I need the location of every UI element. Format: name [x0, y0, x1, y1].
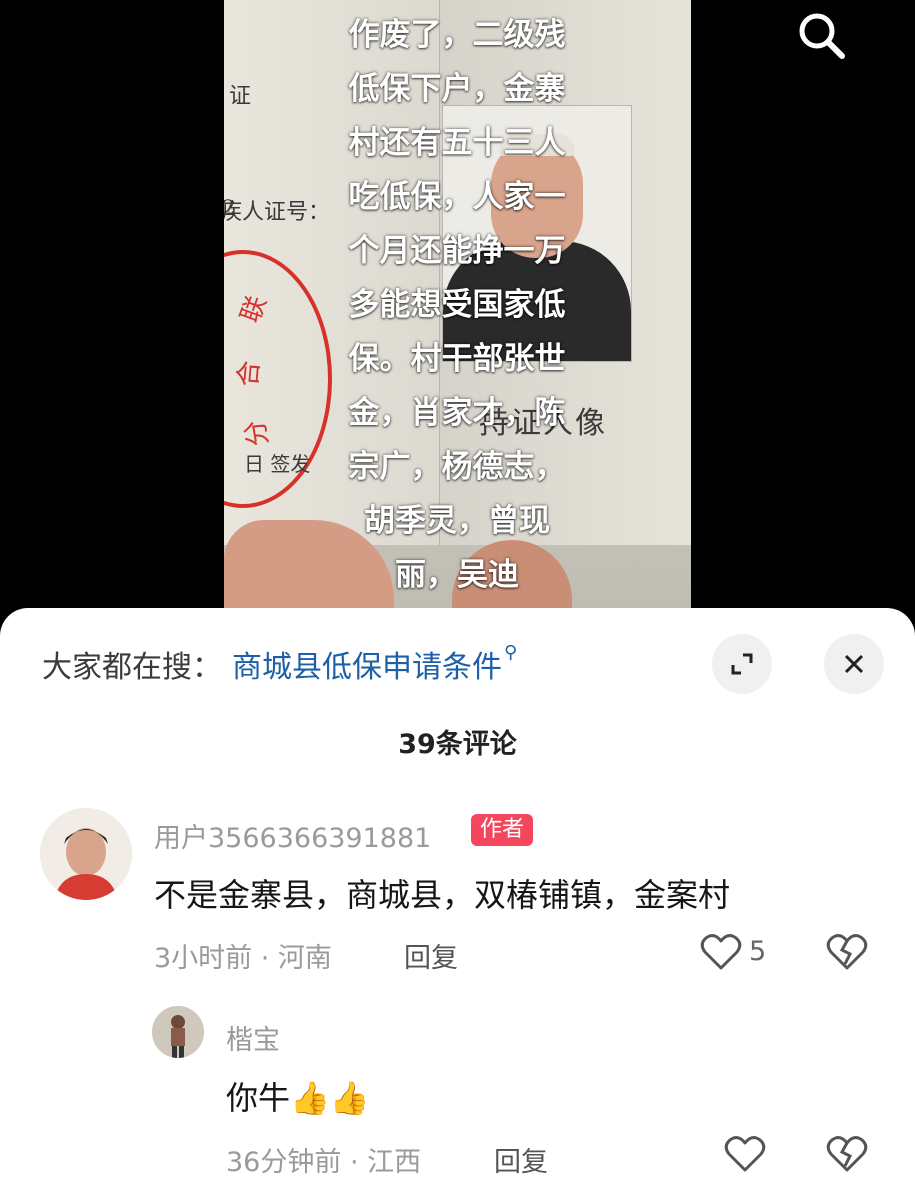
comment-username[interactable]: 楷宝: [226, 1018, 280, 1057]
caption-line: 金，肖家才，陈: [348, 395, 566, 431]
reply-button[interactable]: 回复: [494, 1140, 548, 1179]
search-small-icon: ⚲: [504, 642, 518, 663]
heart-icon: [700, 934, 742, 970]
hot-search-link[interactable]: 商城县低保申请条件: [232, 650, 502, 685]
avatar-image: [152, 1006, 204, 1058]
hot-search-bar: 大家都在搜： 商城县低保申请条件 ⚲: [42, 642, 517, 686]
caption-line: 个月还能挣一万: [348, 233, 566, 269]
dislike-button[interactable]: [826, 932, 868, 976]
author-badge: 作者: [471, 814, 534, 846]
seal-char-2: 合: [233, 359, 266, 388]
comment-sheet: 大家都在搜： 商城县低保申请条件 ⚲ 39条评论 用户3566366391881 作…: [0, 608, 915, 1200]
hot-search-prefix: 大家都在搜：: [42, 650, 222, 685]
caption-line: 多能想受国家低: [348, 287, 566, 323]
caption-line: 宗广，杨德志，: [348, 449, 566, 485]
caption-line: 丽，吴迪: [395, 557, 519, 593]
caption-line: 作废了，二级残: [348, 17, 566, 53]
broken-heart-icon: [826, 1136, 868, 1172]
like-button[interactable]: [724, 1134, 766, 1178]
video-caption: 作废了，二级残 低保下户，金寨 村还有五十三人 吃低保，人家一 个月还能挣一万 …: [312, 8, 602, 602]
comment-text: 你牛👍👍: [226, 1079, 370, 1117]
caption-line: 村还有五十三人: [348, 125, 566, 161]
expand-icon: [731, 653, 753, 675]
video-player[interactable]: 证 2 疾人证号： 联 合 分 日 签发 持证人像 作废了，二级残 低保下户，金…: [0, 0, 915, 640]
comment-text: 不是金寨县，商城县，双椿铺镇，金案村: [154, 876, 731, 914]
search-icon: [799, 13, 845, 59]
caption-line: 低保下户，金寨: [348, 71, 566, 107]
caption-line: 吃低保，人家一: [348, 179, 566, 215]
caption-line: 胡季灵，曾现: [364, 503, 550, 539]
video-frame: 证 2 疾人证号： 联 合 分 日 签发 持证人像 作废了，二级残 低保下户，金…: [224, 0, 691, 612]
like-count: 5: [749, 936, 767, 967]
search-button[interactable]: [792, 6, 852, 66]
expand-button[interactable]: [712, 634, 772, 694]
caption-line: 保。村干部张世: [348, 341, 566, 377]
doc-text-issue-date: 日 签发: [244, 452, 311, 476]
broken-heart-icon: [826, 934, 868, 970]
doc-text-cert: 证: [229, 84, 252, 109]
like-button[interactable]: [700, 932, 742, 976]
comment-meta: 3小时前 · 河南: [154, 943, 332, 974]
dislike-button[interactable]: [826, 1134, 868, 1178]
avatar[interactable]: [152, 1006, 204, 1058]
heart-icon: [724, 1136, 766, 1172]
avatar-image: [40, 808, 132, 900]
close-icon: [844, 654, 864, 674]
avatar[interactable]: [40, 808, 132, 900]
close-button[interactable]: [824, 634, 884, 694]
comment-meta: 36分钟前 · 江西: [226, 1147, 422, 1178]
comment-username[interactable]: 用户3566366391881: [154, 816, 431, 855]
reply-button[interactable]: 回复: [404, 936, 458, 975]
comment-count: 39条评论: [398, 729, 517, 760]
